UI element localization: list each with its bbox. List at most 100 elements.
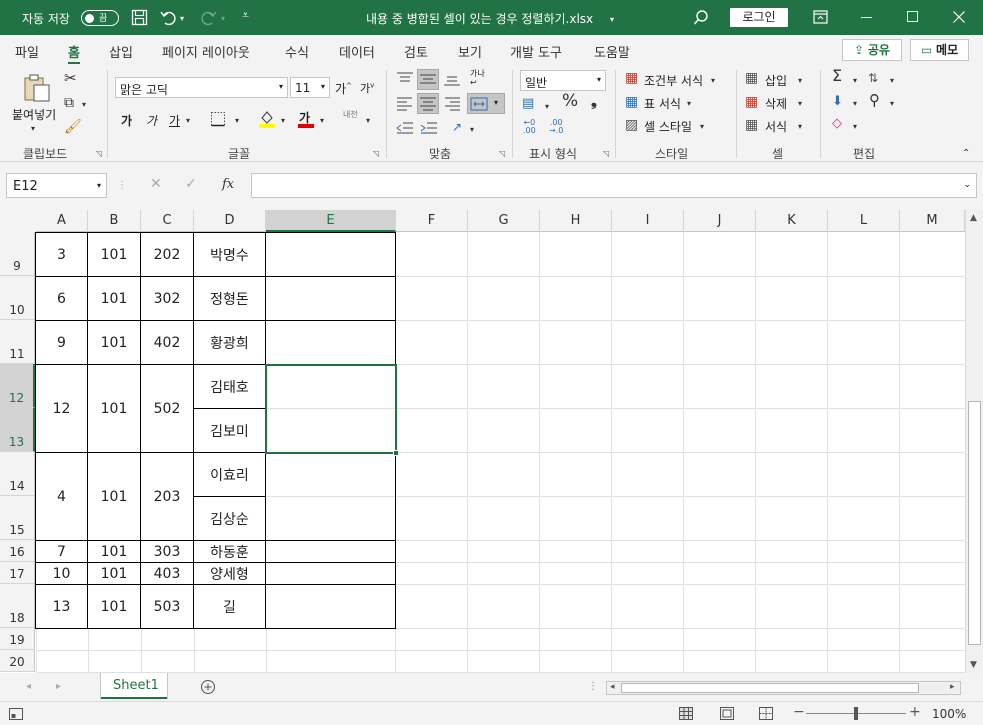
cell-c10[interactable]: 302 [141,277,193,320]
column-header-h[interactable]: H [540,210,612,232]
save-icon[interactable] [131,9,148,26]
scroll-down-icon[interactable]: ▼ [970,660,977,670]
phonetic-dropdown-icon[interactable]: ▾ [366,114,370,128]
font-launcher-icon[interactable]: ◹ [373,149,379,158]
tab-home[interactable]: 홈 [68,42,80,64]
page-layout-view-icon[interactable] [720,707,734,720]
font-size-select[interactable]: 11 ▾ [290,77,330,98]
share-button[interactable]: ⇪ 공유 [842,39,902,61]
chevron-down-icon[interactable]: ▾ [853,120,857,134]
format-table-button[interactable]: 표 서식 [644,95,681,112]
font-name-select[interactable]: 맑은 고딕 ▾ [115,77,288,98]
login-button[interactable]: 로그인 [730,8,788,27]
page-break-view-icon[interactable] [759,707,773,720]
vertical-scrollbar[interactable]: ▲ ▼ [965,210,983,673]
column-header-i[interactable]: I [612,210,684,232]
font-color-dropdown-icon[interactable]: ▾ [320,114,324,128]
format-cells-button[interactable]: 서식 [765,118,787,135]
alignment-launcher-icon[interactable]: ◹ [499,149,505,158]
column-header-g[interactable]: G [468,210,540,232]
clear-icon[interactable]: ◇ [832,117,842,131]
cell-c9[interactable]: 202 [141,233,193,276]
decrease-indent-icon[interactable] [396,120,414,136]
chevron-down-icon[interactable]: ▾ [711,74,715,88]
name-box[interactable]: E12 ▾ [6,173,107,198]
cell-b11[interactable]: 101 [88,321,140,364]
sort-filter-icon[interactable]: ⇅ [868,71,878,85]
cell-d15[interactable]: 김상순 [194,497,265,540]
undo-dropdown-icon[interactable]: ▾ [180,11,184,26]
cell-d9[interactable]: 박명수 [194,233,265,276]
horizontal-scroll-thumb[interactable] [621,683,919,693]
copy-icon[interactable]: ⧉ [64,96,74,110]
tab-data[interactable]: 데이터 [339,42,375,61]
comma-style-icon[interactable]: ❟ [591,94,597,109]
cell-d14[interactable]: 이효리 [194,453,265,496]
cell-d16[interactable]: 하동훈 [194,541,265,562]
phonetic-icon[interactable]: 내천 [343,109,358,120]
cell-d17[interactable]: 양세형 [194,563,265,584]
tab-formulas[interactable]: 수식 [285,42,309,61]
chevron-down-icon[interactable]: ▾ [890,97,894,111]
cell-a16[interactable]: 7 [36,541,87,562]
align-bottom-icon[interactable] [443,71,461,87]
normal-view-icon[interactable] [679,707,693,720]
align-left-icon[interactable] [396,95,414,111]
add-sheet-icon[interactable] [200,679,216,695]
orientation-icon[interactable]: ↗ [452,120,462,134]
align-top-icon[interactable] [396,71,414,87]
column-header-a[interactable]: A [36,210,88,232]
autosave-toggle[interactable]: 끔 [81,10,119,26]
format-cells-icon[interactable]: ▦ [745,118,758,132]
number-format-select[interactable]: 일반 ▾ [520,70,606,91]
scroll-left-icon[interactable]: ◂ [610,682,615,692]
zoom-out-icon[interactable]: − [793,704,805,720]
merge-center-button[interactable]: ▾ [467,93,505,114]
increase-indent-icon[interactable] [420,120,438,136]
tab-help[interactable]: 도움말 [594,42,630,61]
increase-font-icon[interactable]: 가^ [335,80,352,97]
increase-decimal-icon[interactable]: ←0.00 [523,119,536,135]
cell-c14-merged[interactable]: 203 [141,453,193,540]
chevron-down-icon[interactable]: ▾ [687,97,691,111]
row-header-12[interactable]: 12 [0,364,35,408]
title-dropdown-icon[interactable]: ▾ [610,12,614,27]
delete-cells-icon[interactable]: ▦ [745,95,758,109]
cell-a12-merged[interactable]: 12 [36,365,87,452]
column-header-d[interactable]: D [194,210,266,232]
row-header-13[interactable]: 13 [0,408,35,452]
cell-c18[interactable]: 503 [141,585,193,628]
column-header-l[interactable]: L [828,210,900,232]
border-icon[interactable] [210,111,226,127]
border-dropdown-icon[interactable]: ▾ [235,114,239,128]
paste-dropdown-icon[interactable]: ▾ [31,122,35,136]
column-header-k[interactable]: K [756,210,828,232]
cell-a9[interactable]: 3 [36,233,87,276]
paste-label[interactable]: 붙여넣기 [12,106,56,123]
row-header-17[interactable]: 17 [0,562,35,584]
chevron-down-icon[interactable]: ▾ [798,74,802,88]
number-launcher-icon[interactable]: ◹ [603,149,609,158]
fill-color-dropdown-icon[interactable]: ▾ [281,114,285,128]
cell-a18[interactable]: 13 [36,585,87,628]
tab-page-layout[interactable]: 페이지 레이아웃 [162,42,250,61]
fill-color-icon[interactable] [258,109,276,128]
chevron-down-icon[interactable]: ▾ [798,97,802,111]
conditional-format-icon[interactable]: ▦ [625,71,638,85]
percent-icon[interactable]: % [562,93,578,110]
horizontal-scrollbar[interactable]: ◂ ▸ [606,681,961,695]
column-header-m[interactable]: M [900,210,965,232]
chevron-down-icon[interactable]: ▾ [798,120,802,134]
cell-b16[interactable]: 101 [88,541,140,562]
column-header-j[interactable]: J [684,210,756,232]
prev-sheet-icon[interactable]: ◂ [26,680,31,694]
row-header-16[interactable]: 16 [0,540,35,562]
next-sheet-icon[interactable]: ▸ [56,680,61,694]
wrap-text-icon[interactable]: 가나 ↩ [470,69,485,87]
memo-button[interactable]: ▭ 메모 [910,39,969,61]
conditional-format-button[interactable]: 조건부 서식 [644,72,703,89]
align-right-icon[interactable] [443,95,461,111]
chevron-down-icon[interactable]: ▾ [700,120,704,134]
formula-input[interactable]: ⌄ [251,173,977,198]
column-header-f[interactable]: F [396,210,468,232]
